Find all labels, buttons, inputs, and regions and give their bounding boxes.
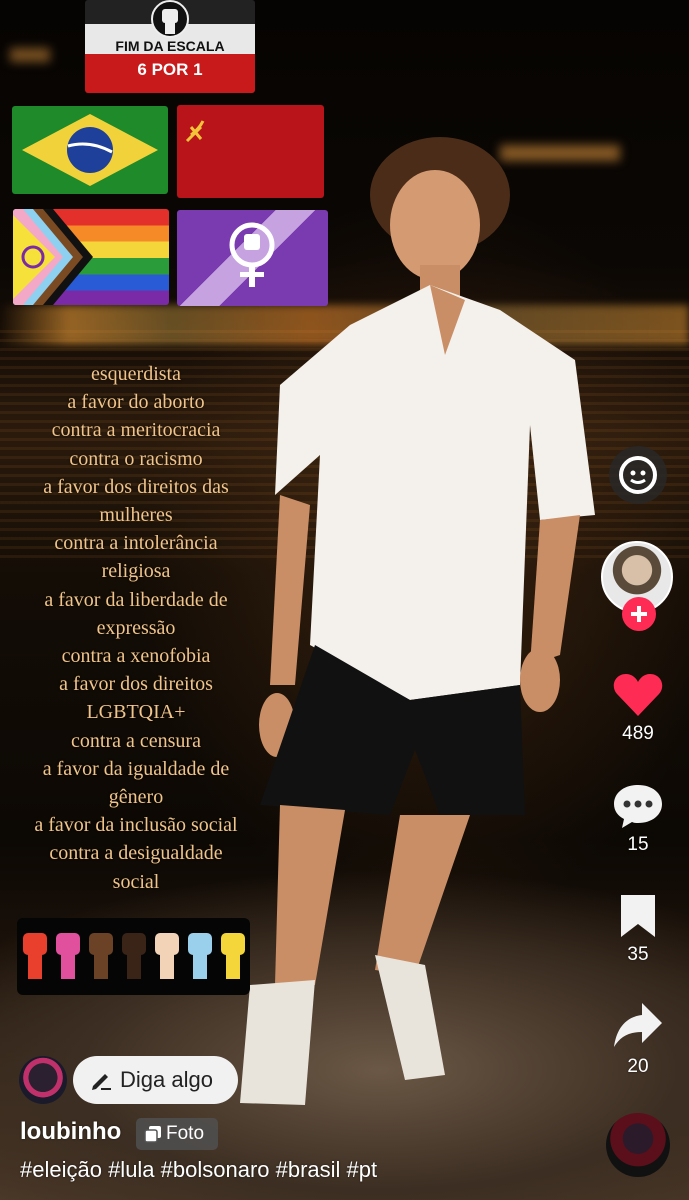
photo-badge-label: Foto [166, 1123, 205, 1144]
save-button[interactable]: 35 [607, 893, 669, 966]
comment-bubble-icon [614, 785, 662, 828]
comment-count: 15 [627, 834, 649, 855]
save-count: 35 [627, 944, 649, 965]
stance-line: contra a intolerância [54, 532, 218, 555]
share-arrow-icon [614, 1003, 662, 1047]
raised-fist-icon [122, 933, 146, 979]
face-scan-icon [619, 456, 657, 494]
comment-placeholder: Diga algo [120, 1067, 213, 1092]
stance-line: a favor do aborto [67, 391, 205, 414]
stance-line: contra a censura [71, 729, 201, 752]
flag-feminist [177, 210, 328, 306]
raised-fist-icon [155, 933, 179, 979]
raised-fist-icon [23, 933, 47, 979]
flag-scale-line2: 6 POR 1 [137, 60, 203, 79]
photo-badge: Foto [136, 1118, 218, 1150]
flag-scale-6x1: FIM DA ESCALA 6 POR 1 [85, 0, 255, 93]
pencil-icon [92, 1074, 111, 1090]
stance-line: a favor da inclusão social [34, 814, 238, 837]
share-button[interactable]: 20 [607, 1001, 669, 1078]
flag-intersex-progress-pride [13, 209, 169, 305]
raised-fist-icon [221, 933, 245, 979]
flag-ussr [177, 105, 324, 198]
background-lights [10, 48, 50, 62]
like-button[interactable]: 489 [607, 672, 669, 745]
raised-fist-icon [56, 933, 80, 979]
raised-fist-icon [151, 0, 189, 38]
hashtags[interactable]: #eleição #lula #bolsonaro #brasil #pt [20, 1157, 377, 1183]
flag-scale-line1: FIM DA ESCALA [115, 38, 225, 54]
comment-input[interactable]: Diga algo [73, 1056, 238, 1104]
fist-emoji-row [17, 918, 250, 995]
raised-fist-icon [89, 933, 113, 979]
sound-disc-avatar[interactable] [606, 1113, 670, 1177]
post-view: FIM DA ESCALA 6 POR 1 esquerdista a favo… [0, 0, 689, 1200]
stance-line: social [112, 870, 160, 893]
stance-line: contra a desigualdade [49, 842, 223, 865]
heart-icon [613, 674, 663, 716]
stance-line: a favor dos direitos [59, 673, 213, 696]
effect-face-button[interactable] [609, 446, 667, 504]
stance-line: a favor da liberdade de [44, 588, 228, 611]
stance-line: mulheres [99, 504, 173, 527]
stance-line: a favor da igualdade de [42, 757, 230, 780]
comment-button[interactable]: 15 [607, 783, 669, 856]
stance-line: religiosa [101, 560, 171, 583]
stance-line: contra o racismo [69, 447, 203, 470]
like-count: 489 [622, 723, 654, 744]
viewer-avatar[interactable] [19, 1056, 67, 1104]
share-count: 20 [627, 1056, 649, 1077]
bookmark-icon [621, 895, 655, 937]
flag-brazil [12, 106, 168, 194]
stance-line: contra a meritocracia [51, 419, 221, 442]
stance-line: esquerdista [91, 363, 181, 385]
stance-line: expressão [96, 616, 176, 639]
username[interactable]: loubinho [20, 1118, 121, 1146]
stance-list: esquerdista a favor do aborto contra a m… [0, 360, 272, 896]
stance-line: contra a xenofobia [61, 645, 211, 668]
follow-button[interactable] [622, 597, 656, 631]
photo-stack-icon [144, 1126, 161, 1143]
raised-fist-icon [188, 933, 212, 979]
plus-icon [631, 606, 647, 622]
stance-line: a favor dos direitos das [43, 475, 229, 498]
stance-line: LGBTQIA+ [86, 701, 186, 724]
stance-line: gênero [108, 786, 164, 809]
